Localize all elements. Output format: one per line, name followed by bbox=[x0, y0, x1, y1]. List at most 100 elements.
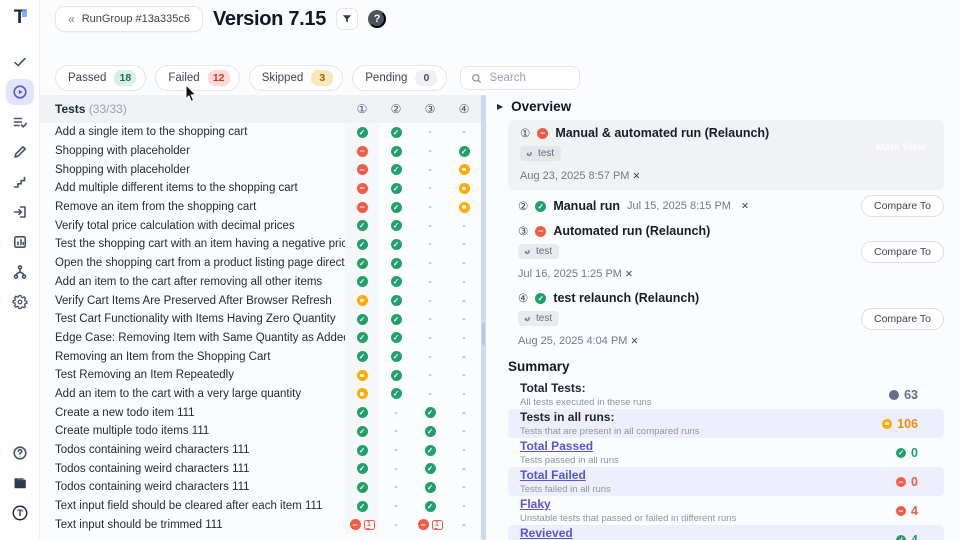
status-cell[interactable]: - bbox=[447, 216, 481, 235]
status-cell[interactable]: - bbox=[379, 478, 413, 497]
remove-run-icon[interactable]: ✕ bbox=[630, 336, 638, 347]
status-cell[interactable]: - bbox=[413, 385, 447, 404]
table-row[interactable]: Test the shopping cart with an item havi… bbox=[40, 235, 484, 254]
status-cell[interactable]: - bbox=[379, 441, 413, 460]
steps-icon[interactable] bbox=[6, 169, 34, 195]
filter-chip-pending[interactable]: Pending 0 bbox=[352, 65, 447, 91]
status-cell[interactable]: ✓ bbox=[379, 385, 413, 404]
panel-divider[interactable] bbox=[481, 95, 486, 540]
status-cell[interactable]: ✓ bbox=[379, 273, 413, 292]
status-cell[interactable]: - bbox=[413, 254, 447, 273]
table-row[interactable]: Shopping with placeholder −✓-✓ bbox=[40, 142, 484, 161]
run-tag-chip[interactable]: test bbox=[518, 311, 559, 326]
column-header-2[interactable]: ② bbox=[379, 102, 413, 116]
test-name[interactable]: Remove an item from the shopping cart bbox=[55, 201, 345, 213]
status-cell[interactable]: ✓ bbox=[379, 198, 413, 217]
list-check-icon[interactable] bbox=[6, 109, 34, 135]
status-cell[interactable]: ✓ bbox=[345, 235, 379, 254]
status-cell[interactable]: − bbox=[345, 142, 379, 161]
status-cell[interactable]: - bbox=[413, 273, 447, 292]
test-name[interactable]: Test Removing an Item Repeatedly bbox=[55, 369, 345, 381]
status-cell[interactable]: - bbox=[447, 366, 481, 385]
rungroup-breadcrumb-button[interactable]: « RunGroup #13a335c6 bbox=[55, 6, 203, 32]
help-circle-icon[interactable] bbox=[6, 440, 34, 466]
compare-to-button[interactable]: Compare To bbox=[861, 241, 944, 263]
test-name[interactable]: Add an item to the cart after removing a… bbox=[55, 276, 345, 288]
column-header-3[interactable]: ③ bbox=[413, 102, 447, 116]
status-cell[interactable]: ✓ bbox=[379, 160, 413, 179]
status-cell[interactable]: − bbox=[345, 198, 379, 217]
status-cell[interactable]: - bbox=[447, 310, 481, 329]
status-cell[interactable]: ✓ bbox=[379, 291, 413, 310]
test-name[interactable]: Add a single item to the shopping cart bbox=[55, 126, 345, 138]
status-cell[interactable]: ✓ bbox=[345, 347, 379, 366]
table-row[interactable]: Create multiple todo items 111 ✓-✓- bbox=[40, 422, 484, 441]
status-cell[interactable]: - bbox=[447, 441, 481, 460]
table-row[interactable]: Open the shopping cart from a product li… bbox=[40, 254, 484, 273]
status-cell[interactable]: - bbox=[447, 459, 481, 478]
status-cell[interactable]: ✓ bbox=[345, 403, 379, 422]
status-cell[interactable]: - bbox=[413, 179, 447, 198]
search-box[interactable] bbox=[460, 66, 580, 90]
status-cell[interactable]: − bbox=[345, 160, 379, 179]
filter-chip-passed[interactable]: Passed 18 bbox=[55, 65, 146, 91]
book-icon[interactable] bbox=[6, 470, 34, 496]
gear-icon[interactable] bbox=[6, 289, 34, 315]
status-cell[interactable]: ✓ bbox=[345, 123, 379, 142]
test-name[interactable]: Text input should be trimmed 111 bbox=[55, 519, 345, 531]
test-name[interactable]: Edge Case: Removing Item with Same Quant… bbox=[55, 332, 345, 344]
divider-grip[interactable] bbox=[482, 323, 485, 345]
status-cell[interactable]: ✓ bbox=[379, 142, 413, 161]
status-cell[interactable]: ✓ bbox=[413, 497, 447, 516]
test-name[interactable]: Add multiple different items to the shop… bbox=[55, 182, 345, 194]
remove-run-icon[interactable]: ✕ bbox=[741, 201, 749, 212]
remove-run-icon[interactable]: ✕ bbox=[625, 269, 633, 280]
status-cell[interactable]: - bbox=[379, 403, 413, 422]
status-cell[interactable]: - bbox=[413, 216, 447, 235]
check-icon[interactable] bbox=[6, 49, 34, 75]
collapse-triangle-icon[interactable]: ▶ bbox=[497, 102, 503, 111]
status-cell[interactable]: ✓ bbox=[413, 478, 447, 497]
box-arrow-icon[interactable] bbox=[6, 199, 34, 225]
summary-row-title[interactable]: Total Passed bbox=[520, 439, 619, 453]
status-cell[interactable] bbox=[447, 198, 481, 217]
column-header-1[interactable]: ① bbox=[345, 102, 379, 116]
status-cell[interactable]: ✓ bbox=[379, 179, 413, 198]
status-cell[interactable]: ✓ bbox=[345, 310, 379, 329]
table-row[interactable]: Text input should be trimmed 111 −1-−1- bbox=[40, 515, 484, 534]
fork-icon[interactable] bbox=[6, 259, 34, 285]
status-cell[interactable]: ✓ bbox=[379, 235, 413, 254]
test-name[interactable]: Verify Cart Items Are Preserved After Br… bbox=[55, 295, 345, 307]
status-cell[interactable]: ✓ bbox=[447, 142, 481, 161]
run-tag-chip[interactable]: test bbox=[520, 146, 561, 161]
status-cell[interactable]: - bbox=[447, 254, 481, 273]
status-cell[interactable]: ✓ bbox=[413, 422, 447, 441]
status-cell[interactable]: - bbox=[447, 478, 481, 497]
status-cell[interactable]: - bbox=[379, 497, 413, 516]
status-cell[interactable]: - bbox=[447, 497, 481, 516]
status-cell[interactable]: - bbox=[379, 459, 413, 478]
status-cell[interactable]: - bbox=[447, 291, 481, 310]
app-logo[interactable]: T bbox=[14, 8, 26, 27]
status-cell[interactable] bbox=[447, 160, 481, 179]
status-cell[interactable] bbox=[345, 385, 379, 404]
table-row[interactable]: Add an item to the cart after removing a… bbox=[40, 273, 484, 292]
status-cell[interactable]: - bbox=[379, 422, 413, 441]
status-cell[interactable]: ✓ bbox=[379, 347, 413, 366]
filter-chip-failed[interactable]: Failed 12 bbox=[155, 65, 239, 91]
report-icon[interactable] bbox=[6, 229, 34, 255]
test-name[interactable]: Shopping with placeholder bbox=[55, 164, 345, 176]
run-item[interactable]: ④ ✓ test relaunch (Relaunch) ✕ test Aug … bbox=[508, 289, 944, 349]
status-cell[interactable]: - bbox=[447, 385, 481, 404]
test-name[interactable]: Test the shopping cart with an item havi… bbox=[55, 238, 345, 250]
status-cell[interactable] bbox=[447, 179, 481, 198]
status-cell[interactable]: ✓ bbox=[379, 254, 413, 273]
play-circle-icon[interactable] bbox=[6, 79, 34, 105]
test-name[interactable]: Test Cart Functionality with Items Havin… bbox=[55, 313, 345, 325]
run-item[interactable]: ② ✓ Manual run Jul 15, 2025 8:15 PM ✕ ✕ … bbox=[508, 197, 944, 215]
summary-row-title[interactable]: Revieved bbox=[520, 526, 695, 540]
test-name[interactable]: Verify total price calculation with deci… bbox=[55, 220, 345, 232]
run-tag-chip[interactable]: test bbox=[518, 244, 559, 259]
status-cell[interactable]: - bbox=[413, 160, 447, 179]
status-cell[interactable]: ✓ bbox=[413, 441, 447, 460]
